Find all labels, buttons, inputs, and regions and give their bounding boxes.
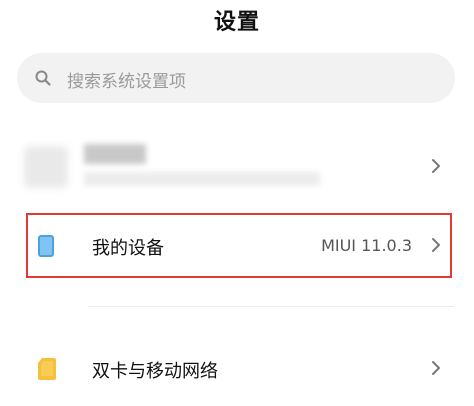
page-title: 设置 <box>213 10 260 35</box>
chevron-right-icon <box>432 361 440 375</box>
my-device-row[interactable]: 我的设备 MIUI 11.0.3 <box>0 213 474 278</box>
chevron-right-icon <box>432 159 440 173</box>
avatar <box>24 146 68 188</box>
sim-card-icon <box>38 358 56 380</box>
chevron-right-icon <box>432 238 440 252</box>
search-input[interactable]: 搜索系统设置项 <box>67 67 186 92</box>
dual-sim-row[interactable]: 双卡与移动网络 <box>0 337 474 402</box>
my-device-label: 我的设备 <box>92 238 164 259</box>
search-bar[interactable]: 搜索系统设置项 <box>17 53 455 103</box>
account-subtitle-blurred <box>84 172 320 186</box>
miui-version: MIUI 11.0.3 <box>321 236 412 255</box>
dual-sim-label: 双卡与移动网络 <box>92 361 218 382</box>
account-name-blurred <box>84 144 146 164</box>
divider <box>88 306 454 307</box>
account-row[interactable] <box>0 128 474 206</box>
search-icon <box>35 70 51 86</box>
header: 设置 <box>0 0 474 40</box>
device-icon <box>38 235 54 257</box>
